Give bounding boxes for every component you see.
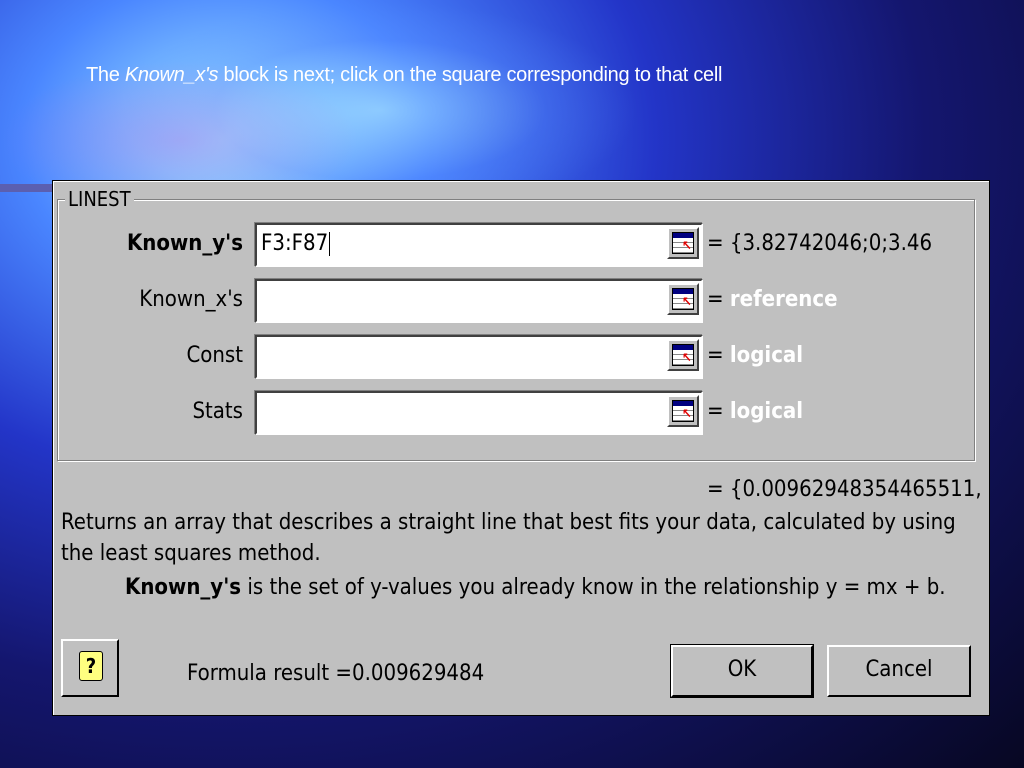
formula-result: Formula result =0.009629484 [187, 661, 485, 686]
arg-result: = logical [707, 399, 804, 424]
arg-result: = reference [707, 287, 838, 312]
argument-name: Known_y's [125, 575, 242, 600]
arg-row-const: Const ↖ = logical [53, 335, 983, 379]
function-arguments-dialog: LINEST Known_y's F3:F87 ↖ = {3.82742046;… [52, 180, 990, 716]
help-icon: ? [79, 651, 103, 681]
headline-text: The [86, 64, 125, 86]
collapse-dialog-icon[interactable]: ↖ [667, 283, 699, 315]
const-input[interactable]: ↖ [255, 335, 703, 379]
argument-description: Known_y's is the set of y-values you alr… [125, 575, 946, 600]
arg-result: = {3.82742046;0;3.46 [707, 231, 933, 256]
known-ys-input[interactable]: F3:F87 ↖ [255, 223, 703, 267]
headline-emphasis: Known_x's [124, 64, 219, 86]
arg-label: Known_x's [139, 287, 243, 312]
arg-result: = logical [707, 343, 804, 368]
arg-row-stats: Stats ↖ = logical [53, 391, 983, 435]
arg-label: Stats [192, 399, 243, 424]
arg-row-known-ys: Known_y's F3:F87 ↖ = {3.82742046;0;3.46 [53, 223, 983, 267]
text-caret [329, 232, 331, 256]
headline-text-rest: block is next; click on the square corre… [218, 64, 723, 86]
arg-row-known-xs: Known_x's ↖ = reference [53, 279, 983, 323]
known-xs-input[interactable]: ↖ [255, 279, 703, 323]
slide-headline: The Known_x's block is next; click on th… [86, 64, 722, 87]
arg-label: Const [186, 343, 243, 368]
group-title: LINEST [65, 187, 134, 211]
input-value: F3:F87 [261, 231, 331, 256]
overall-result: = {0.00962948354465511, [707, 477, 982, 502]
cancel-button[interactable]: Cancel [827, 645, 971, 697]
collapse-dialog-icon[interactable]: ↖ [667, 227, 699, 259]
ok-button[interactable]: OK [670, 644, 814, 698]
collapse-dialog-icon[interactable]: ↖ [667, 395, 699, 427]
stats-input[interactable]: ↖ [255, 391, 703, 435]
decorative-bar [0, 184, 56, 192]
arg-label: Known_y's [126, 231, 243, 256]
function-description: Returns an array that describes a straig… [61, 510, 956, 566]
argument-help-text: is the set of y-values you already know … [241, 575, 946, 600]
help-button[interactable]: ? [61, 639, 119, 697]
collapse-dialog-icon[interactable]: ↖ [667, 339, 699, 371]
